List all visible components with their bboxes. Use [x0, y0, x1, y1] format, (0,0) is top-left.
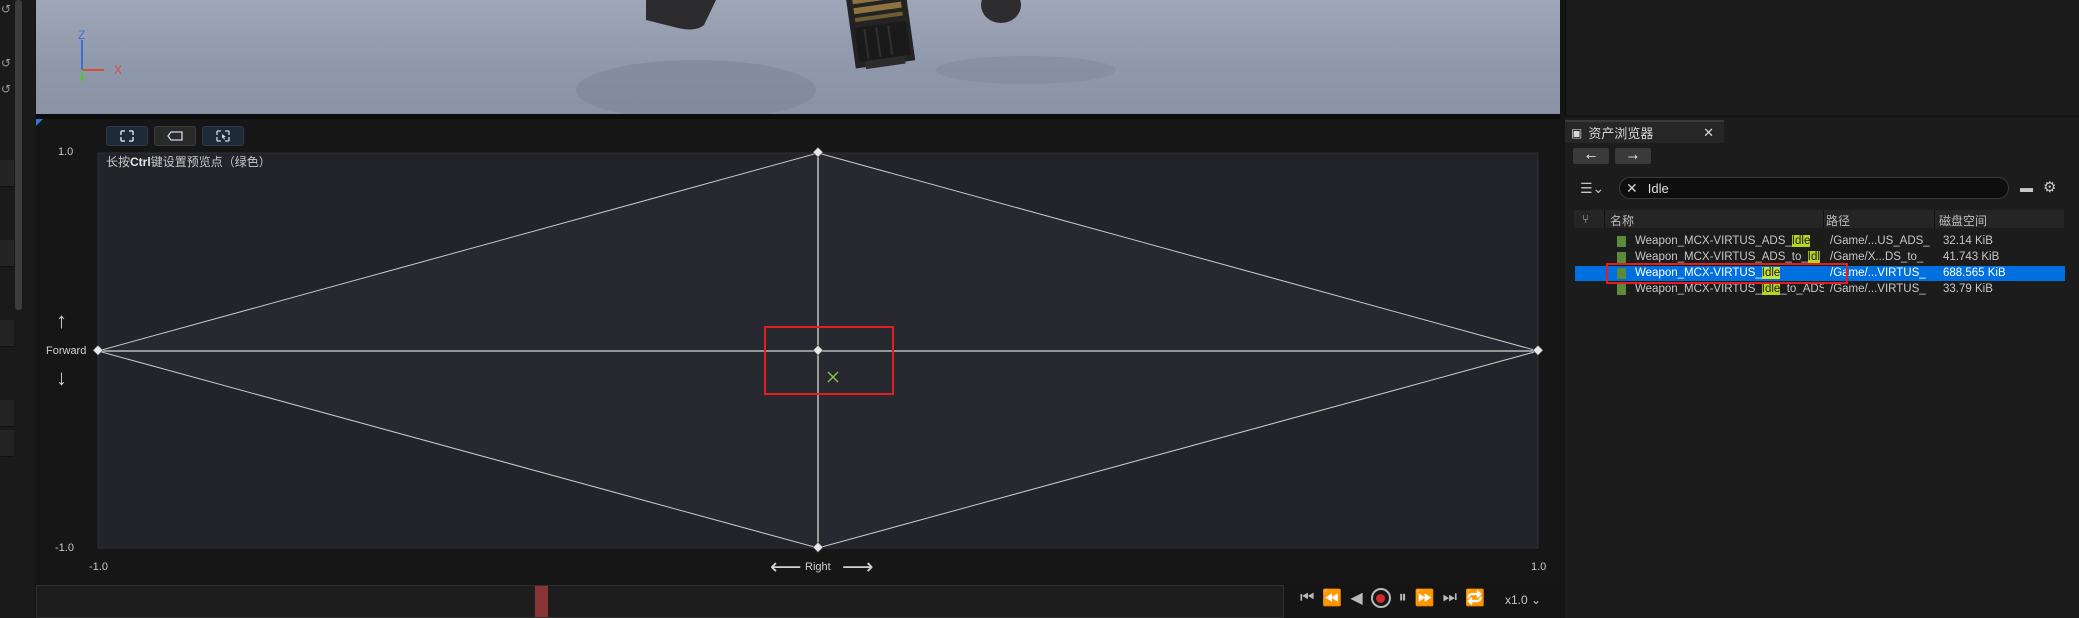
step-back-icon[interactable]: ⏪	[1322, 588, 1342, 608]
y-axis-name: Forward	[46, 345, 87, 357]
preview-viewport[interactable]: Z X Y	[36, 0, 1560, 114]
asset-path: /Game/...VIRTUS_	[1830, 283, 1926, 295]
asset-name: Weapon_MCX-VIRTUS_Idle_to_ADS	[1635, 283, 1824, 295]
clear-search-icon[interactable]: ✕	[1626, 180, 1638, 197]
tag-icon	[167, 131, 183, 141]
undo-icon[interactable]: ↺	[1, 56, 11, 70]
left-panel-row[interactable]	[0, 160, 14, 187]
asset-table-header: ⑂ 名称 路径 磁盘空间	[1574, 210, 2064, 228]
table-row[interactable]: Weapon_MCX-VIRTUS_Idle_to_ADS /Game/...V…	[1575, 282, 2065, 297]
left-panel-row[interactable]	[0, 320, 14, 347]
arrow-down-icon: ↓	[56, 365, 67, 390]
asset-browser-icon: ▣	[1571, 125, 1583, 140]
axis-y-label: Y	[79, 76, 86, 87]
filter-icon[interactable]: ☰⌄	[1580, 180, 1604, 197]
back-button[interactable]: ⭠	[1573, 148, 1609, 164]
label-toggle-button[interactable]	[154, 126, 196, 146]
arrow-right-icon: ⟶	[842, 554, 874, 579]
step-forward-icon[interactable]: ⏩	[1415, 588, 1435, 608]
arrow-up-icon: ↑	[56, 308, 67, 333]
viewport-scene	[81, 0, 1116, 114]
forward-button[interactable]: ⭢	[1615, 148, 1651, 164]
left-panel-row[interactable]	[0, 430, 14, 457]
folder-icon[interactable]: ▬	[2020, 180, 2033, 195]
panel-corner-marker	[36, 119, 43, 126]
axis-x-label: X	[114, 63, 123, 77]
arrow-left-icon: ⟵	[770, 554, 802, 579]
fit-view-button[interactable]	[106, 126, 148, 146]
history-nav: ⭠ ⭢	[1573, 148, 1651, 164]
column-path[interactable]: 路径	[1826, 212, 1850, 229]
left-panel-row[interactable]	[0, 400, 14, 427]
close-icon[interactable]: ✕	[1703, 125, 1714, 141]
cursor-select-icon	[216, 130, 230, 142]
search-box: ✕	[1619, 177, 2009, 199]
gear-icon[interactable]: ⚙	[2043, 178, 2056, 196]
arrow-left-icon: ⭠	[1585, 148, 1597, 163]
go-to-start-icon[interactable]: ⏮	[1300, 589, 1314, 607]
search-input[interactable]	[1645, 179, 1980, 197]
asset-path: /Game/...US_ADS_	[1830, 235, 1930, 247]
playback-speed-dropdown[interactable]: x1.0 ⌄	[1505, 593, 1541, 607]
y-axis-min-label: -1.0	[55, 542, 74, 554]
undo-icon[interactable]: ↺	[1, 82, 11, 96]
loop-icon[interactable]: 🔁	[1465, 588, 1485, 608]
fit-view-icon	[120, 130, 134, 142]
record-icon	[1376, 593, 1386, 603]
asset-name: Weapon_MCX-VIRTUS_ADS_to_Idl	[1635, 251, 1820, 263]
right-top-panel	[1565, 0, 2079, 115]
axis-z-label: Z	[78, 28, 86, 42]
undo-icon[interactable]: ↺	[1, 2, 11, 16]
timeline-playhead[interactable]	[535, 586, 548, 617]
record-button[interactable]	[1370, 588, 1391, 608]
x-axis-min-label: -1.0	[89, 561, 108, 573]
blend-space-editor[interactable]	[36, 119, 1560, 582]
x-axis-name: Right	[805, 561, 831, 573]
animation-asset-icon	[1617, 252, 1626, 263]
asset-name: Weapon_MCX-VIRTUS_ADS_Idle	[1635, 235, 1811, 247]
asset-size: 32.14 KiB	[1943, 235, 1993, 247]
asset-browser-tab[interactable]: ▣ 资产浏览器 ✕	[1565, 120, 1724, 143]
column-name[interactable]: 名称	[1610, 212, 1634, 229]
asset-size: 41.743 KiB	[1943, 251, 2000, 263]
go-to-end-icon[interactable]: ⏭	[1443, 589, 1457, 607]
animation-asset-icon	[1617, 284, 1626, 295]
transport-controls: ⏮ ⏪ ◀ ⏸ ⏩ ⏭ 🔁	[1300, 588, 1485, 608]
selected-row-highlight-box	[1606, 263, 1848, 284]
timeline-track[interactable]	[36, 585, 1284, 618]
column-disk-size[interactable]: 磁盘空间	[1939, 212, 1987, 229]
asset-size: 33.79 KiB	[1943, 283, 1993, 295]
blend-space-toolbar	[106, 126, 244, 146]
play-reverse-icon[interactable]: ◀	[1350, 588, 1362, 608]
preview-hint-text: 长按Ctrl键设置预览点（绿色）	[106, 155, 271, 169]
left-panel-row[interactable]	[0, 240, 14, 267]
table-row[interactable]: Weapon_MCX-VIRTUS_ADS_Idle /Game/...US_A…	[1575, 234, 2065, 249]
asset-browser-tab-label: 资产浏览器	[1588, 126, 1654, 141]
asset-size: 688.565 KiB	[1943, 267, 2006, 279]
arrow-right-icon: ⭢	[1627, 148, 1639, 163]
select-preview-button[interactable]	[202, 126, 244, 146]
y-axis-max-label: 1.0	[58, 146, 74, 158]
hierarchy-icon[interactable]: ⑂	[1582, 212, 1589, 226]
asset-path: /Game/X...DS_to_	[1830, 251, 1924, 263]
animation-asset-icon	[1617, 236, 1626, 247]
left-panel-scrollbar[interactable]	[15, 0, 22, 310]
x-axis-max-label: 1.0	[1531, 561, 1547, 573]
pause-icon[interactable]: ⏸	[1399, 589, 1407, 607]
